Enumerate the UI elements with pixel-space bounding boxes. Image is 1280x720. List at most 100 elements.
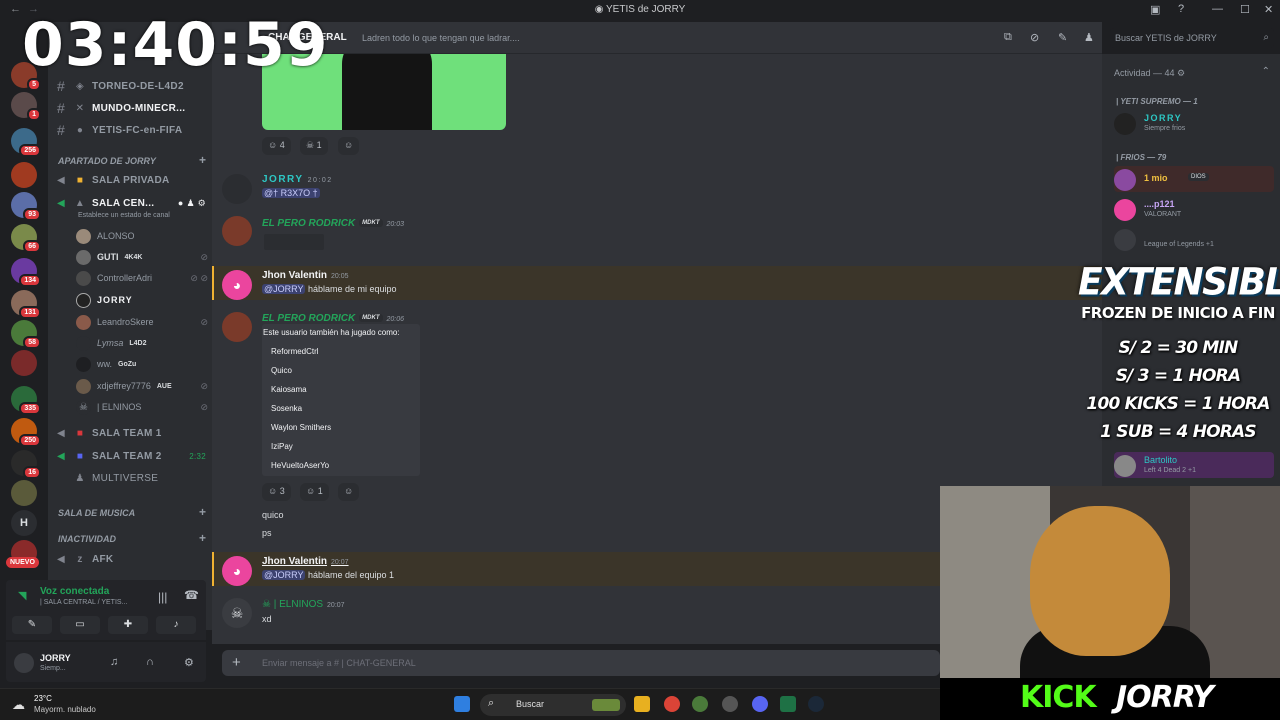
- voice-channel-multiverse[interactable]: ♟ MULTIVERSE: [54, 468, 206, 488]
- server-icon[interactable]: 58: [11, 320, 41, 349]
- search-box[interactable]: Buscar YETIS de JORRY ⌕: [1110, 28, 1274, 48]
- server-icon[interactable]: 134: [11, 258, 41, 287]
- message-author[interactable]: Jhon Valentin 20:05: [262, 270, 349, 281]
- weather-desc[interactable]: Mayorm. nublado: [34, 705, 96, 714]
- channel-status[interactable]: Establece un estado de canal: [78, 212, 170, 219]
- inbox-icon[interactable]: ▣: [1150, 3, 1160, 16]
- message-composer[interactable]: + Enviar mensaje a # | CHAT-GENERAL: [222, 650, 940, 676]
- settings-gear-icon[interactable]: ⚙: [184, 656, 194, 669]
- excel-icon[interactable]: [780, 696, 796, 712]
- add-reaction-button[interactable]: ☺: [338, 137, 360, 155]
- voice-user[interactable]: Lymsa L4D2: [76, 333, 208, 353]
- voice-user[interactable]: ☠ | ELNINOS ⊘: [76, 397, 208, 417]
- widget-icon[interactable]: [592, 699, 620, 711]
- channel-topic[interactable]: Ladren todo lo que tengan que ladrar....: [362, 33, 520, 43]
- member-item[interactable]: 1 mio DIOS: [1114, 166, 1274, 192]
- add-channel-icon[interactable]: +: [199, 531, 206, 545]
- voice-location[interactable]: | SALA CENTRAL / YETIS...: [40, 599, 127, 606]
- channel-minecraft[interactable]: # ✕ MUNDO-MINECR...: [54, 98, 206, 118]
- server-icon[interactable]: 250: [11, 418, 41, 447]
- help-icon[interactable]: ?: [1178, 3, 1184, 15]
- user-avatar[interactable]: [14, 653, 34, 673]
- app-icon[interactable]: [692, 696, 708, 712]
- app-icon[interactable]: [722, 696, 738, 712]
- skull-avatar[interactable]: ☠: [222, 598, 252, 628]
- collapse-icon[interactable]: ⌃: [1262, 66, 1270, 77]
- server-icon[interactable]: 93: [11, 192, 41, 221]
- avatar[interactable]: [222, 216, 252, 246]
- attach-plus-icon[interactable]: +: [232, 654, 241, 671]
- voice-channel-privada[interactable]: ◀ ■ SALA PRIVADA: [54, 170, 206, 190]
- server-icon[interactable]: 256: [11, 128, 41, 157]
- message-author[interactable]: EL PERO RODRICK MDKT 20:06: [262, 313, 404, 324]
- reaction[interactable]: ☠ 1: [300, 137, 328, 155]
- voice-channel-team2[interactable]: ◀ ■ SALA TEAM 2 2:32: [54, 446, 206, 466]
- server-icon[interactable]: [11, 350, 37, 376]
- weather-temp[interactable]: 23°C: [34, 694, 52, 703]
- mention[interactable]: @JORRY: [262, 570, 306, 580]
- start-icon[interactable]: [454, 696, 470, 712]
- voice-user[interactable]: GUTI 4K4K ⊘: [76, 247, 208, 267]
- activity-header[interactable]: Actividad — 44 ⚙: [1114, 68, 1185, 79]
- disconnect-icon[interactable]: ☎: [184, 588, 199, 602]
- new-servers-badge[interactable]: NUEVO: [6, 557, 39, 568]
- server-icon[interactable]: [11, 162, 37, 188]
- member-list-icon[interactable]: ♟: [1084, 31, 1094, 44]
- notifications-icon[interactable]: ⊘: [1030, 31, 1039, 44]
- voice-user[interactable]: ALONSO: [76, 226, 208, 246]
- server-letter-icon[interactable]: H: [11, 510, 37, 536]
- message-author[interactable]: JORRY 20:02: [262, 174, 333, 185]
- channel-fifa[interactable]: # ● YETIS-FC-en-FIFA: [54, 120, 206, 140]
- add-reaction-button[interactable]: ☺: [338, 483, 360, 501]
- noise-icon[interactable]: |||: [158, 590, 167, 604]
- server-icon[interactable]: 1: [11, 92, 41, 121]
- mention[interactable]: @JORRY: [262, 284, 306, 294]
- member-item[interactable]: ....p121 VALORANT: [1114, 196, 1274, 222]
- voice-channel-afk[interactable]: ◀ z AFK: [54, 549, 206, 569]
- avatar[interactable]: [222, 312, 252, 342]
- channel-actions-icon[interactable]: ● ♟ ⚙: [178, 198, 206, 209]
- soundboard-button[interactable]: ♪: [156, 616, 196, 634]
- category-inactividad[interactable]: INACTIVIDAD +: [58, 531, 206, 545]
- screen-share-button[interactable]: ▭: [60, 616, 100, 634]
- discord-avatar-icon[interactable]: ◕: [222, 270, 252, 300]
- microphone-icon[interactable]: ♫: [110, 656, 118, 668]
- user-panel-name[interactable]: JORRY: [40, 653, 71, 663]
- message-author[interactable]: Jhon Valentin 20:07: [262, 556, 349, 567]
- minimize-icon[interactable]: —: [1212, 3, 1223, 15]
- video-button[interactable]: ✎: [12, 616, 52, 634]
- headphones-icon[interactable]: ∩: [146, 656, 154, 668]
- close-icon[interactable]: ✕: [1264, 3, 1273, 16]
- pin-icon[interactable]: ✎: [1058, 31, 1067, 44]
- add-channel-icon[interactable]: +: [199, 153, 206, 167]
- chrome-icon[interactable]: [664, 696, 680, 712]
- server-icon[interactable]: [11, 480, 37, 506]
- member-item[interactable]: JORRY Siempre frios: [1114, 110, 1274, 136]
- mention[interactable]: @† R3X7O †: [262, 188, 320, 198]
- activities-button[interactable]: ✚: [108, 616, 148, 634]
- voice-channel-team1[interactable]: ◀ ■ SALA TEAM 1: [54, 423, 206, 443]
- threads-icon[interactable]: ⧉: [1004, 31, 1012, 44]
- category-jorry[interactable]: APARTADO DE JORRY +: [58, 153, 206, 167]
- file-explorer-icon[interactable]: [634, 696, 650, 712]
- member-item[interactable]: League of Legends +1: [1114, 226, 1274, 252]
- category-musica[interactable]: SALA DE MUSICA +: [58, 505, 206, 519]
- discord-avatar-icon[interactable]: ◕: [222, 556, 252, 586]
- maximize-icon[interactable]: ☐: [1240, 3, 1250, 16]
- reaction[interactable]: ☺ 3: [262, 483, 291, 501]
- message-author[interactable]: ☠ | ELNINOS 20:07: [262, 599, 345, 610]
- discord-icon[interactable]: [752, 696, 768, 712]
- reaction[interactable]: ☺ 1: [300, 483, 329, 501]
- add-channel-icon[interactable]: +: [199, 505, 206, 519]
- server-icon[interactable]: 131: [11, 290, 41, 319]
- voice-user[interactable]: JORRY: [76, 290, 208, 310]
- embed-preview[interactable]: [264, 234, 324, 250]
- voice-channel-central[interactable]: ◀ ▲ SALA CEN... ● ♟ ⚙: [54, 193, 206, 213]
- avatar[interactable]: [222, 174, 252, 204]
- voice-status[interactable]: Voz conectada: [40, 586, 109, 597]
- server-icon[interactable]: 335: [11, 386, 41, 415]
- voice-user[interactable]: ControllerAdri ⊘ ⊘: [76, 268, 208, 288]
- message-author[interactable]: EL PERO RODRICK MDKT 20:03: [262, 218, 404, 229]
- voice-user[interactable]: xdjeffrey7776 AUE ⊘: [76, 376, 208, 396]
- voice-user[interactable]: LeandroSkere ⊘: [76, 312, 208, 332]
